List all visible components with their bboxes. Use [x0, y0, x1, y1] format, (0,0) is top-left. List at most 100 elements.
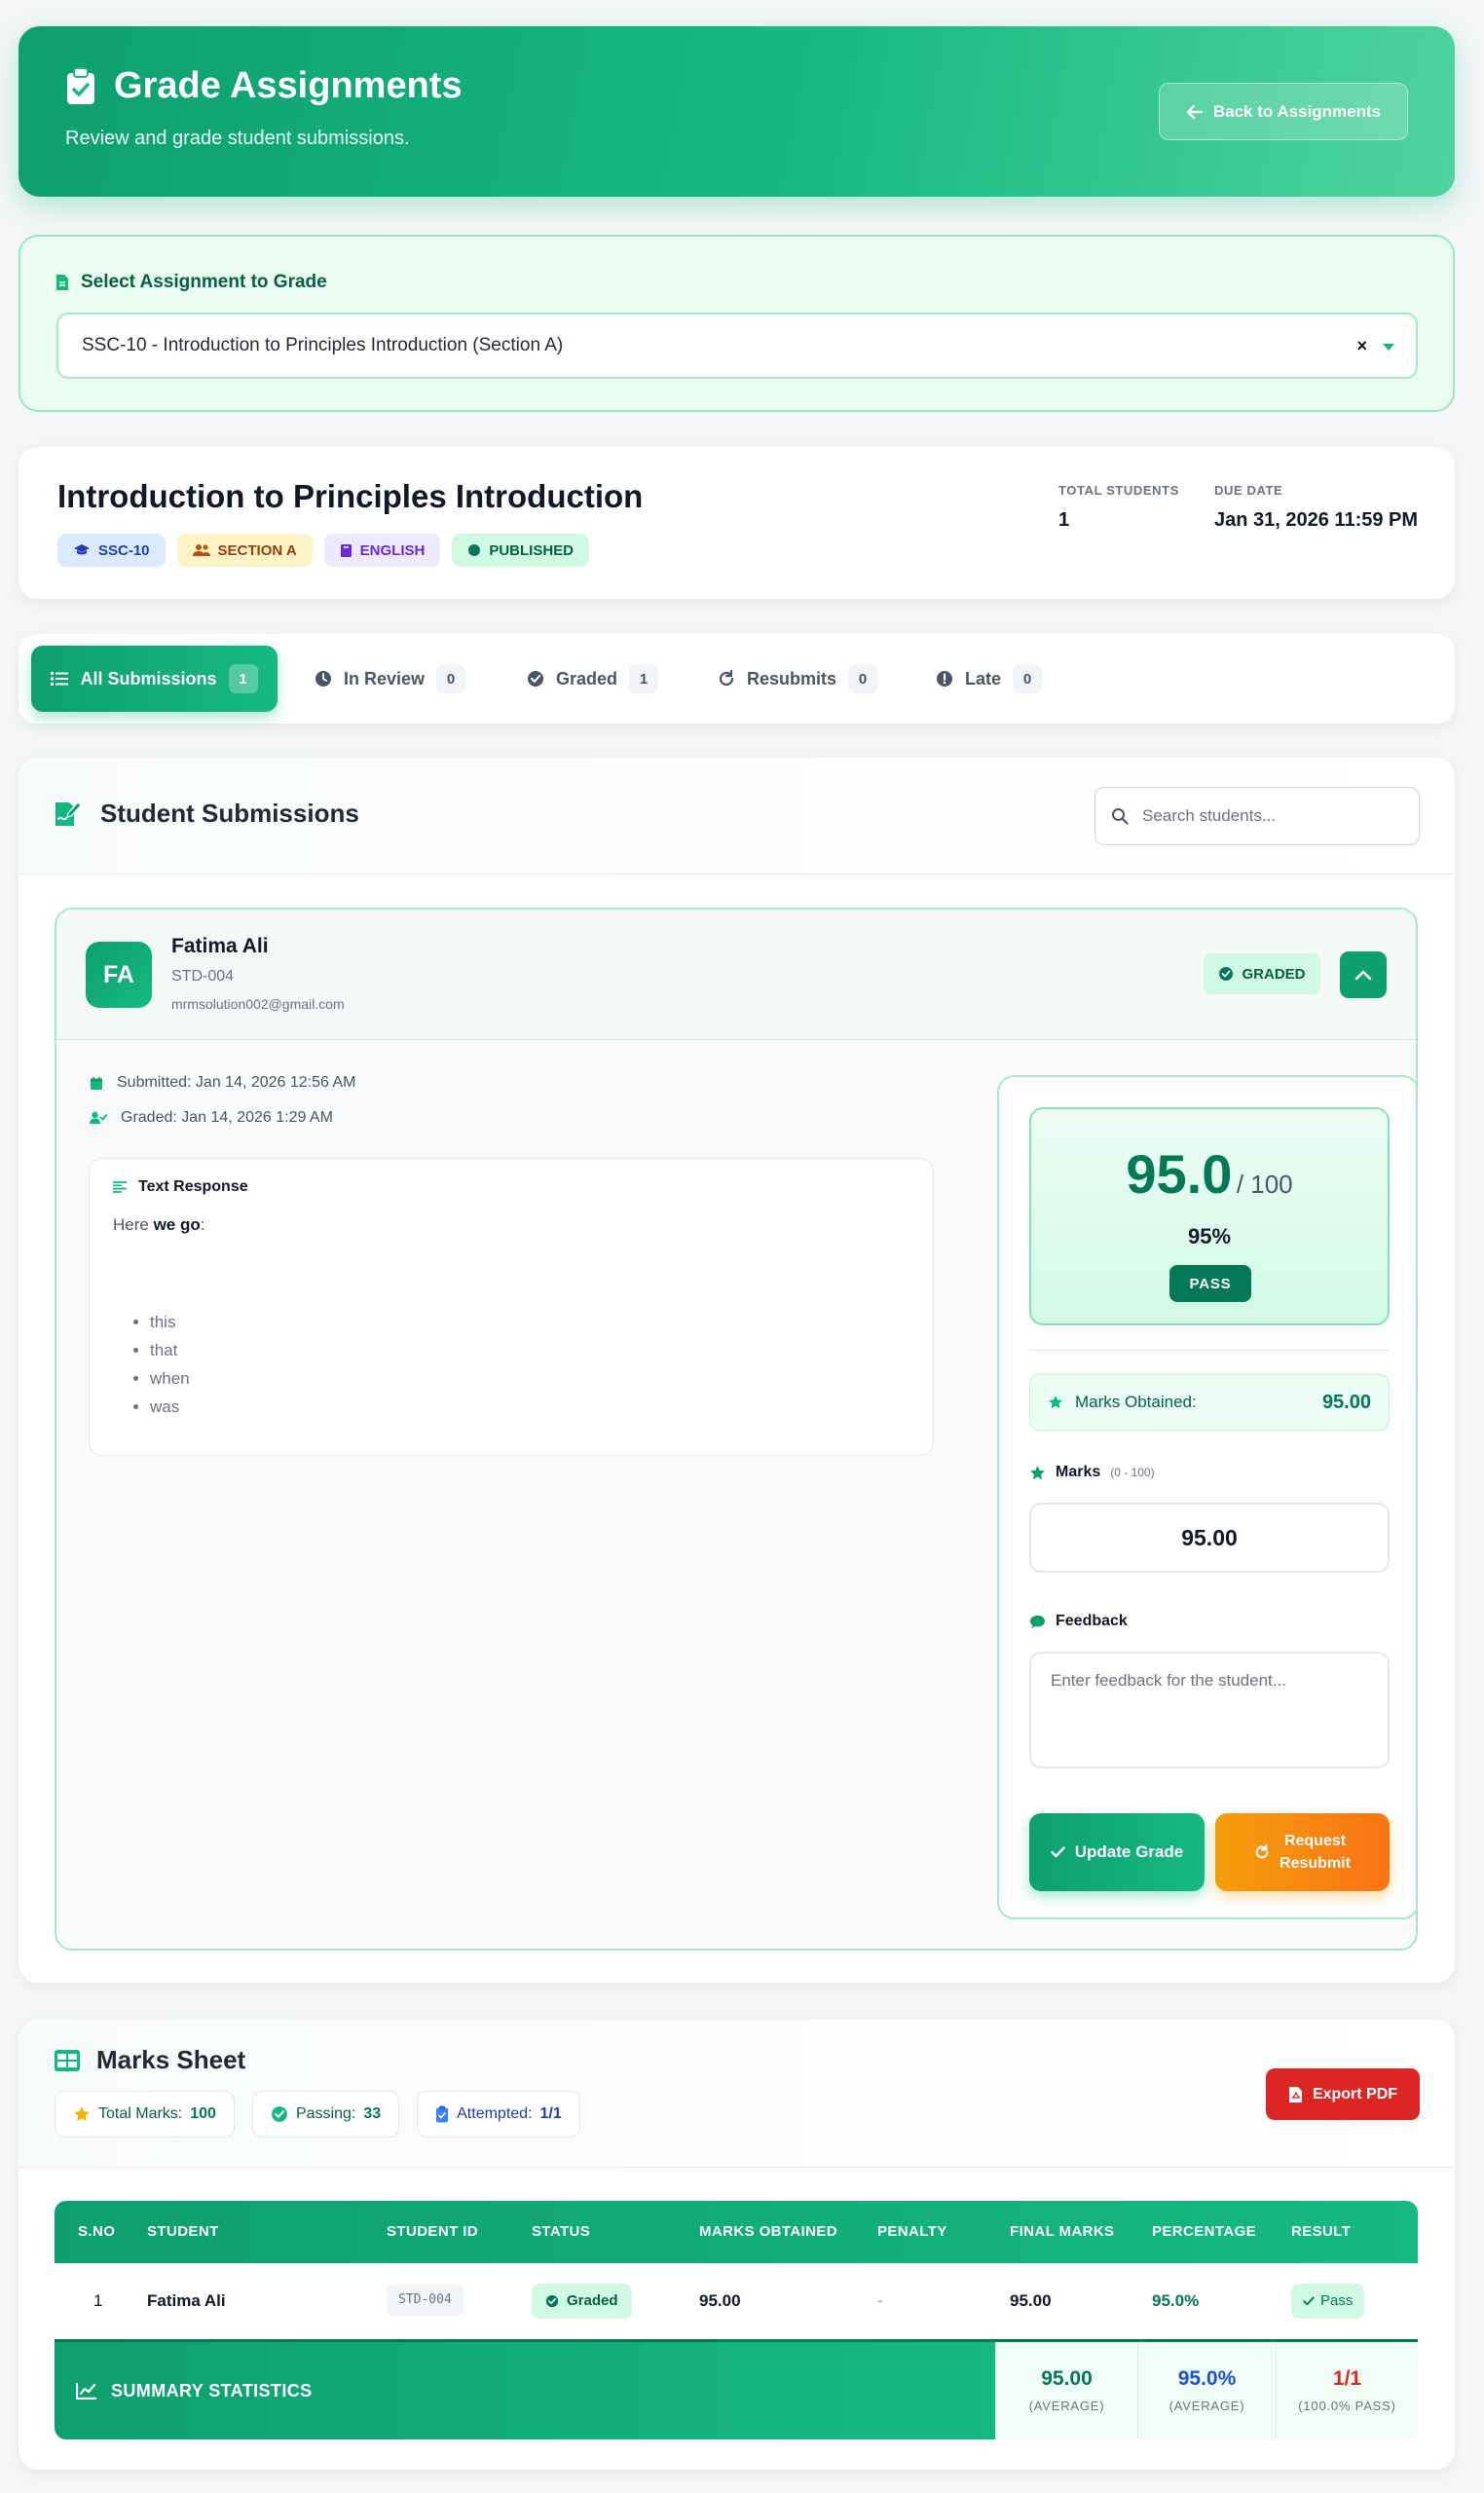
marks-sheet-title: Marks Sheet — [54, 2045, 245, 2075]
assignment-select-label-text: Select Assignment to Grade — [81, 272, 327, 292]
student-submissions-card: Student Submissions Search students... F… — [19, 758, 1455, 1983]
score-percent: 95% — [1187, 1224, 1232, 1248]
attempted-value: 1/1 — [539, 2105, 562, 2122]
star-icon — [1029, 1465, 1046, 1481]
response-text: Here we go: — [113, 1215, 204, 1235]
assignment-title: Introduction to Principles Introduction — [57, 478, 644, 514]
submissions-title-text: Student Submissions — [100, 799, 359, 828]
column-header: MARKS OBTAINED — [699, 2223, 837, 2240]
submitted-date: Submitted: Jan 14, 2026 12:56 AM — [90, 1074, 356, 1092]
section-badge: SECTION A — [176, 534, 313, 567]
check-circle-icon — [527, 670, 544, 688]
tab-label: Graded — [556, 668, 618, 688]
chart-line-icon — [76, 2382, 97, 2400]
check-circle-icon — [1218, 966, 1234, 982]
tab-count: 1 — [629, 664, 659, 693]
submissions-header: Student Submissions Search students... — [19, 758, 1455, 874]
marks-label-text: Marks — [1056, 1464, 1101, 1480]
cell-status: Graded — [532, 2284, 632, 2319]
chevron-up-icon — [1354, 969, 1372, 981]
check-icon — [1303, 2296, 1315, 2306]
response-text-bold: we go — [153, 1215, 201, 1234]
star-icon — [1048, 1395, 1063, 1410]
due-date-label: DUE DATE — [1214, 483, 1283, 498]
submitted-date-text: Submitted: Jan 14, 2026 12:56 AM — [117, 1074, 356, 1091]
assignment-select-dropdown[interactable]: SSC-10 - Introduction to Principles Intr… — [56, 313, 1418, 379]
file-signature-icon — [54, 800, 83, 828]
assignment-select-label: Select Assignment to Grade — [56, 272, 327, 293]
score-display: 95.0 / 100 — [1031, 1142, 1388, 1206]
tab-label: All Submissions — [80, 668, 217, 688]
request-resubmit-button[interactable]: Request Resubmit — [1215, 1813, 1390, 1891]
tab-late[interactable]: Late 0 — [936, 646, 1043, 712]
graded-date-text: Graded: Jan 14, 2026 1:29 AM — [121, 1109, 333, 1126]
summary-statistics-row: SUMMARY STATISTICS 95.00 (AVERAGE) 95.0%… — [55, 2339, 1418, 2439]
graded-status-text: GRADED — [1242, 965, 1306, 983]
search-input[interactable]: Search students... — [1094, 787, 1420, 845]
marks-input[interactable]: 95.00 — [1029, 1503, 1390, 1573]
tab-resubmits[interactable]: Resubmits 0 — [718, 646, 878, 712]
export-pdf-button[interactable]: Export PDF — [1266, 2068, 1420, 2120]
summary-statistics-text: SUMMARY STATISTICS — [111, 2380, 313, 2400]
cell-final-marks: 95.00 — [1010, 2291, 1052, 2310]
user-check-icon — [90, 1111, 107, 1125]
back-button-label: Back to Assignments — [1212, 101, 1382, 121]
column-header: RESULT — [1291, 2223, 1352, 2240]
attempted-label: Attempted: — [457, 2105, 533, 2122]
student-submission-card: FA Fatima Ali STD-004 mrmsolution002@gma… — [55, 908, 1418, 1951]
feedback-textarea[interactable]: Enter feedback for the student... — [1029, 1652, 1390, 1768]
list-item: was — [150, 1393, 190, 1421]
tab-label: Resubmits — [747, 668, 837, 688]
search-placeholder: Search students... — [1142, 806, 1277, 825]
response-text-prefix: Here — [113, 1215, 154, 1234]
update-grade-button[interactable]: Update Grade — [1029, 1813, 1205, 1891]
back-to-assignments-button[interactable]: Back to Assignments — [1159, 83, 1408, 140]
tab-count: 1 — [228, 664, 258, 693]
marks-range: (0 - 100) — [1110, 1466, 1155, 1479]
assignment-select-value: SSC-10 - Introduction to Principles Intr… — [82, 335, 564, 355]
list-item: this — [150, 1308, 190, 1336]
exclamation-circle-icon — [936, 670, 953, 688]
check-icon — [1051, 1846, 1065, 1858]
marks-sheet-card: Marks Sheet Total Marks: 100 Passing: 33… — [19, 2020, 1455, 2470]
cell-percentage: 95.0% — [1152, 2291, 1200, 2310]
clipboard-check-icon — [435, 2105, 449, 2123]
request-resubmit-label: Request Resubmit — [1280, 1830, 1351, 1875]
status-badge: PUBLISHED — [452, 534, 590, 567]
export-pdf-label: Export PDF — [1312, 2085, 1398, 2102]
collapse-button[interactable] — [1340, 951, 1387, 998]
assignment-select-card: Select Assignment to Grade SSC-10 - Intr… — [19, 235, 1455, 412]
table-row: 1 Fatima Ali STD-004 Graded 95.00 - 95.0… — [55, 2263, 1418, 2339]
book-icon — [340, 543, 352, 558]
cell-sno: 1 — [93, 2291, 103, 2310]
cell-student-id: STD-004 — [387, 2285, 464, 2316]
summary-average-marks: 95.00 (AVERAGE) — [995, 2342, 1137, 2439]
clock-icon — [315, 670, 332, 688]
tab-graded[interactable]: Graded 1 — [527, 646, 659, 712]
clear-selection-icon[interactable]: × — [1356, 336, 1367, 356]
marks-obtained-value: 95.00 — [1321, 1391, 1371, 1413]
tab-in-review[interactable]: In Review 0 — [315, 646, 466, 712]
feedback-label-text: Feedback — [1056, 1613, 1128, 1629]
column-header: STUDENT — [147, 2223, 219, 2240]
cell-penalty: - — [877, 2291, 883, 2310]
total-marks-chip: Total Marks: 100 — [55, 2091, 235, 2138]
cell-student: Fatima Ali — [147, 2291, 226, 2310]
circle-dot-icon — [467, 543, 481, 557]
student-card-header: FA Fatima Ali STD-004 mrmsolution002@gma… — [56, 910, 1416, 1040]
align-left-icon — [113, 1181, 127, 1193]
tab-count: 0 — [1013, 664, 1043, 693]
tab-all-submissions[interactable]: All Submissions 1 — [31, 646, 278, 712]
column-header: STATUS — [532, 2223, 591, 2240]
tab-label: In Review — [344, 668, 426, 688]
column-header: PENALTY — [877, 2223, 947, 2240]
marks-table: S.NO STUDENT STUDENT ID STATUS MARKS OBT… — [55, 2201, 1418, 2439]
response-list: this that when was — [150, 1308, 190, 1421]
marks-sheet-title-text: Marks Sheet — [96, 2045, 246, 2074]
chevron-down-icon[interactable] — [1383, 344, 1394, 351]
total-marks-value: 100 — [190, 2105, 216, 2122]
total-students-label: TOTAL STUDENTS — [1058, 483, 1179, 498]
summary-average-percentage: 95.0% (AVERAGE) — [1137, 2342, 1276, 2439]
due-date-stat: DUE DATE Jan 31, 2026 11:59 PM — [1214, 483, 1418, 532]
summary-pass-ratio: 1/1 (100.0% PASS) — [1276, 2342, 1418, 2439]
